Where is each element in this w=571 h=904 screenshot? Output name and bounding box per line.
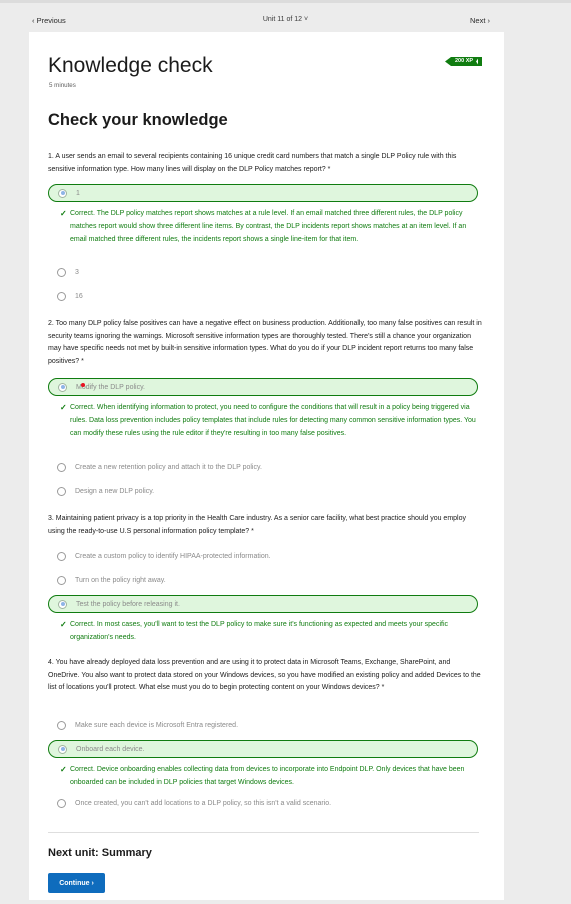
option-label: Design a new DLP policy. — [75, 487, 155, 495]
checkmark-icon: ✓ — [60, 209, 67, 218]
unit-label: Unit 11 of 12 — [262, 16, 303, 23]
question-3-text: 3. Maintaining patient privacy is a top … — [48, 515, 467, 535]
question-3-option-2[interactable]: Turn on the policy right away. — [48, 571, 478, 589]
continue-button[interactable]: Continue › — [48, 873, 105, 893]
feedback-text: Correct. Device onboarding enables colle… — [70, 766, 465, 786]
radio-icon[interactable] — [57, 798, 66, 808]
question-2-option-2[interactable]: Create a new retention policy and attach… — [48, 458, 478, 476]
question-4-option-1[interactable]: Make sure each device is Microsoft Entra… — [48, 716, 478, 734]
question-1-option-3[interactable]: 16 — [48, 287, 478, 305]
next-unit-title: Next unit: Summary — [48, 847, 152, 859]
checkmark-icon: ✓ — [60, 765, 67, 774]
checkmark-icon: ✓ — [60, 403, 67, 412]
divider — [48, 832, 479, 833]
continue-label: Continue — [59, 879, 90, 887]
option-label: Onboard each device. — [76, 745, 145, 753]
question-2-option-1[interactable]: Modify the DLP policy. — [48, 378, 478, 396]
option-label: Make sure each device is Microsoft Entra… — [75, 721, 239, 729]
pointer-marker — [81, 383, 85, 387]
option-label: Create a new retention policy and attach… — [75, 463, 262, 471]
chevron-down-icon: ˅ — [302, 16, 309, 23]
option-label: Turn on the policy right away. — [75, 576, 166, 584]
option-label: Once created, you can't add locations to… — [75, 799, 332, 807]
question-4-option-3[interactable]: Once created, you can't add locations to… — [48, 794, 478, 812]
question-1-option-2[interactable]: 3 — [48, 263, 478, 281]
option-label: Test the policy before releasing it. — [76, 600, 180, 608]
next-label: Next — [470, 16, 486, 25]
content-card: Knowledge check 5 minutes 200 XP Check y… — [29, 32, 504, 900]
question-3-option-3[interactable]: Test the policy before releasing it. — [48, 595, 478, 613]
unit-navigation: ‹ Previous Unit 11 of 12 ˅ Next › — [0, 8, 571, 32]
page-title: Knowledge check — [48, 54, 213, 77]
question-1-feedback: ✓ Correct. The DLP policy matches report… — [60, 208, 480, 246]
question-1-text: 1. A user sends an email to several reci… — [48, 153, 457, 173]
top-border — [0, 0, 571, 3]
chevron-right-icon: › — [485, 16, 491, 25]
option-label: Create a custom policy to identify HIPAA… — [75, 552, 271, 560]
feedback-text: Correct. In most cases, you'll want to t… — [70, 621, 448, 641]
chevron-right-icon: › — [89, 879, 94, 887]
question-2-text: 2. Too many DLP policy false positives c… — [48, 320, 482, 365]
feedback-text: Correct. The DLP policy matches report s… — [70, 210, 467, 243]
radio-icon[interactable] — [57, 486, 66, 496]
section-title: Check your knowledge — [48, 111, 228, 129]
radio-icon[interactable] — [57, 267, 66, 277]
question-4-feedback: ✓ Correct. Device onboarding enables col… — [60, 764, 480, 790]
radio-selected-icon[interactable] — [58, 382, 67, 392]
xp-flag-icon — [478, 57, 482, 66]
radio-icon[interactable] — [57, 291, 66, 301]
option-label: 3 — [75, 268, 79, 276]
question-1-option-1[interactable]: 1 — [48, 184, 478, 202]
question-3-feedback: ✓ Correct. In most cases, you'll want to… — [60, 619, 480, 645]
radio-icon[interactable] — [57, 551, 66, 561]
question-2-option-3[interactable]: Design a new DLP policy. — [48, 482, 478, 500]
xp-badge: 200 XP — [445, 57, 479, 66]
checkmark-icon: ✓ — [60, 620, 67, 629]
radio-icon[interactable] — [57, 575, 66, 585]
next-link[interactable]: Next › — [470, 16, 490, 25]
duration-label: 5 minutes — [49, 82, 76, 89]
radio-icon[interactable] — [57, 720, 66, 730]
option-label: 16 — [75, 292, 83, 300]
question-4-text: 4. You have already deployed data loss p… — [48, 659, 481, 691]
question-2-feedback: ✓ Correct. When identifying information … — [60, 402, 480, 440]
radio-selected-icon[interactable] — [58, 744, 67, 754]
option-label: Modify the DLP policy. — [76, 383, 145, 391]
radio-icon[interactable] — [57, 462, 66, 472]
option-label: 1 — [76, 189, 80, 197]
feedback-text: Correct. When identifying information to… — [70, 404, 476, 437]
question-4-option-2[interactable]: Onboard each device. — [48, 740, 478, 758]
question-3-option-1[interactable]: Create a custom policy to identify HIPAA… — [48, 547, 478, 565]
radio-selected-icon[interactable] — [58, 599, 67, 609]
radio-selected-icon[interactable] — [58, 188, 67, 198]
